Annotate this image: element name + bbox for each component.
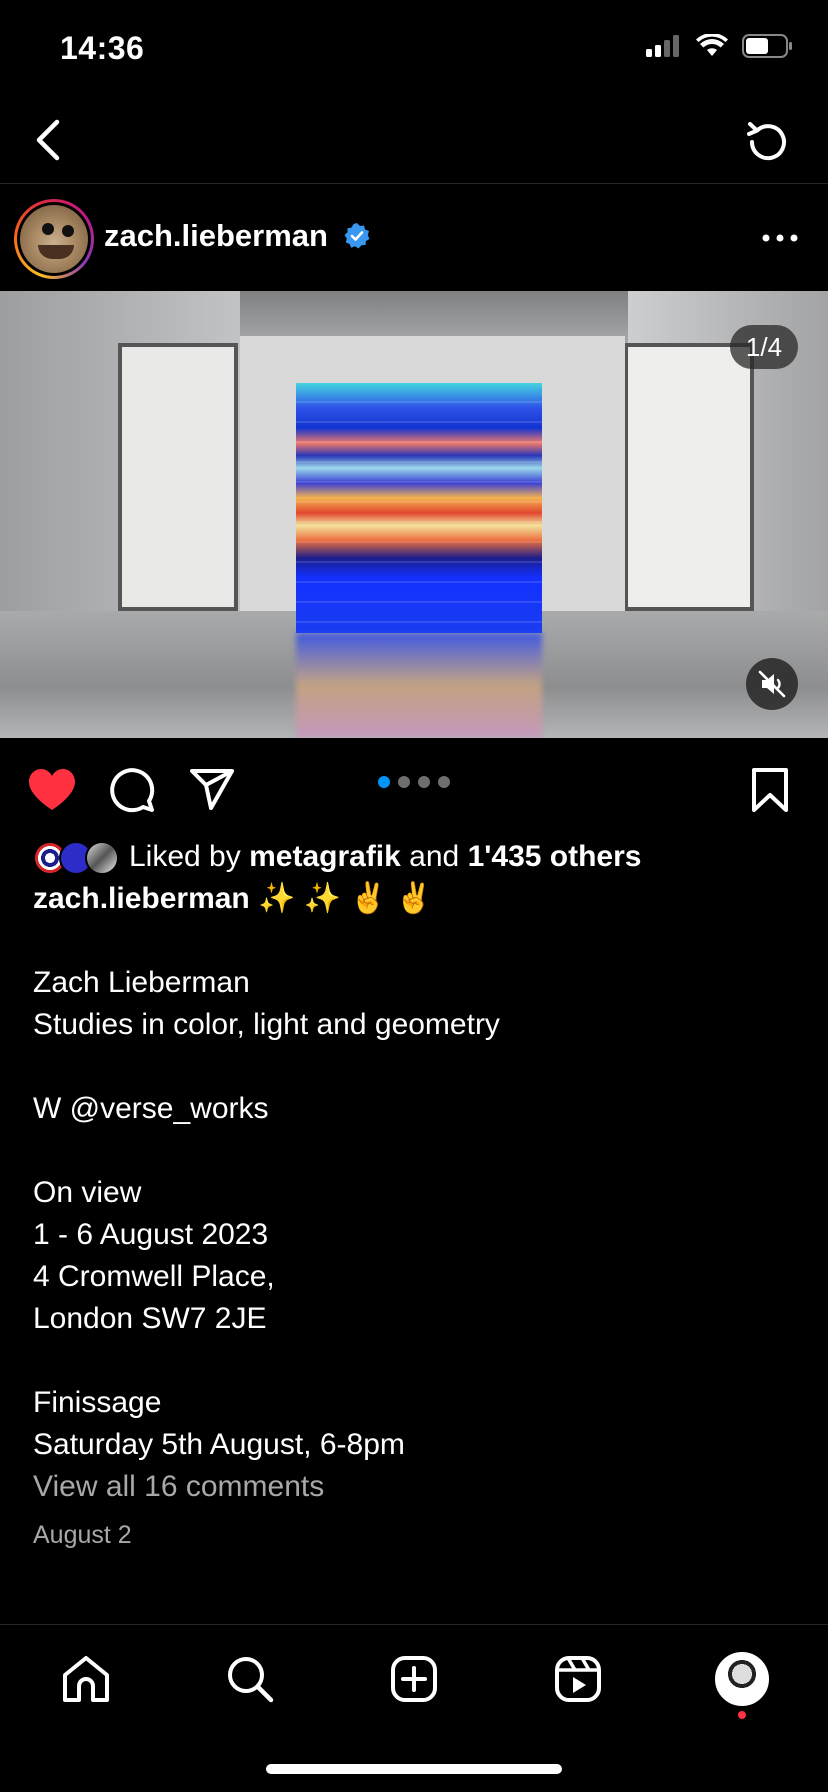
create-icon — [391, 1656, 437, 1702]
share-button[interactable] — [186, 766, 238, 814]
caption-line: London SW7 2JE — [33, 1302, 267, 1335]
tab-reels[interactable] — [550, 1651, 606, 1707]
home-indicator — [266, 1764, 562, 1774]
top-nav — [0, 100, 828, 184]
mute-icon — [758, 670, 786, 698]
bookmark-icon — [752, 768, 788, 812]
cellular-signal-icon — [646, 35, 679, 57]
caption-body: Zach Lieberman Studies in color, light an… — [33, 920, 803, 1466]
caption-line: Finissage — [33, 1386, 162, 1419]
status-time: 14:36 — [60, 30, 145, 66]
author-username[interactable]: zach.lieberman — [104, 218, 328, 254]
post-header: zach.lieberman — [0, 196, 828, 282]
verified-icon — [344, 223, 370, 249]
share-icon — [190, 769, 234, 810]
refresh-icon — [747, 122, 786, 161]
likes-prefix: Liked by — [129, 840, 241, 873]
post-caption: Liked by metagrafik and 1'435 others zac… — [33, 836, 803, 1556]
comment-button[interactable] — [106, 766, 158, 814]
post-actions — [0, 738, 828, 834]
search-icon — [228, 1657, 274, 1703]
back-icon — [36, 119, 60, 161]
notification-dot — [738, 1711, 746, 1719]
likes-conjunction: and — [409, 840, 460, 873]
caption-line: Saturday 5th August, 6-8pm — [33, 1428, 405, 1461]
post-date: August 2 — [33, 1521, 132, 1549]
caption-line: On view — [33, 1176, 142, 1209]
likes-row[interactable]: Liked by metagrafik and 1'435 others — [33, 836, 803, 878]
mute-button[interactable] — [746, 658, 798, 710]
carousel-dot — [378, 776, 390, 788]
post-media[interactable]: 1/4 — [0, 291, 828, 738]
reels-icon — [555, 1656, 601, 1702]
profile-icon — [715, 1652, 769, 1706]
liker-avatars — [33, 839, 121, 875]
carousel-dot — [438, 776, 450, 788]
likes-others-count[interactable]: 1'435 others — [468, 836, 642, 878]
back-button[interactable] — [22, 114, 74, 166]
tab-create[interactable] — [386, 1651, 442, 1707]
tab-search[interactable] — [222, 1651, 278, 1707]
tab-home[interactable] — [58, 1651, 114, 1707]
carousel-indicator — [378, 776, 450, 788]
bottom-tab-bar — [0, 1624, 828, 1724]
status-icons — [646, 34, 794, 58]
save-button[interactable] — [744, 766, 796, 814]
view-comments-link[interactable]: View all 16 comments — [33, 1466, 803, 1508]
heart-icon — [29, 769, 75, 810]
status-bar: 14:36 — [0, 0, 828, 100]
caption-line: 4 Cromwell Place, — [33, 1260, 275, 1293]
liker-username[interactable]: metagrafik — [249, 836, 401, 878]
comment-icon — [110, 768, 155, 813]
like-button[interactable] — [26, 766, 78, 814]
battery-icon — [742, 34, 792, 58]
caption-line: Zach Lieberman — [33, 966, 250, 999]
more-options-button[interactable] — [760, 218, 800, 258]
author-avatar[interactable] — [14, 199, 94, 279]
home-icon — [63, 1656, 109, 1702]
wifi-icon — [696, 34, 728, 56]
carousel-dot — [418, 776, 430, 788]
caption-author[interactable]: zach.lieberman — [33, 882, 250, 915]
carousel-dot — [398, 776, 410, 788]
caption-emoji: ✨ ✨ ✌️ ✌️ — [258, 882, 433, 915]
tab-profile[interactable] — [714, 1651, 770, 1707]
caption-line: W @verse_works — [33, 1092, 269, 1125]
media-counter: 1/4 — [730, 325, 798, 369]
caption-line: 1 - 6 August 2023 — [33, 1218, 269, 1251]
caption-line: Studies in color, light and geometry — [33, 1008, 500, 1041]
more-icon — [762, 234, 798, 242]
liker-avatar — [85, 841, 119, 875]
refresh-button[interactable] — [740, 114, 796, 170]
